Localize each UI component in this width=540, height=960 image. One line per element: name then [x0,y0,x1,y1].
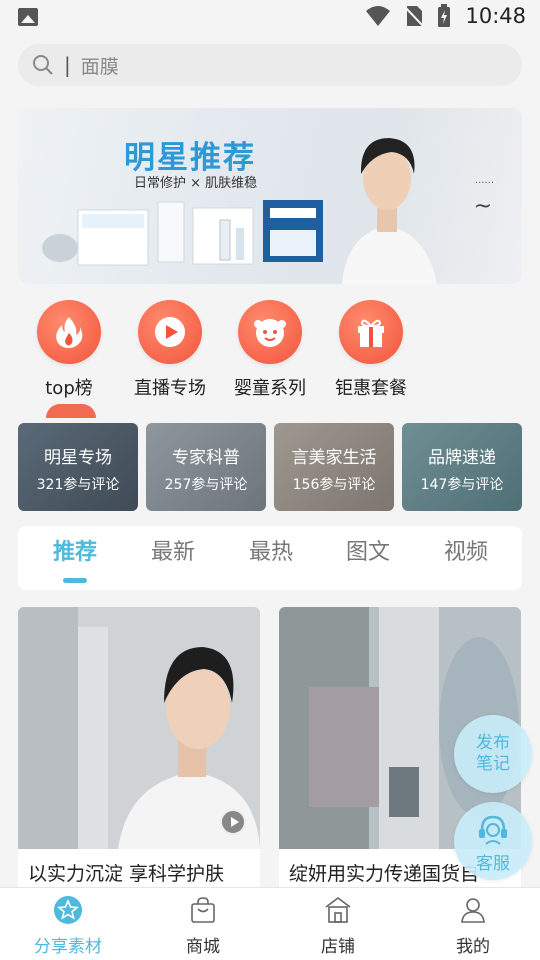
baby-icon [254,319,286,347]
nav-label: 分享素材 [34,937,102,957]
nav-label: 我的 [456,937,490,957]
battery-charging-icon [438,4,451,27]
flame-icon [56,317,83,348]
nav-label: 店铺 [321,937,355,957]
customer-service-label: 客服 [476,854,510,874]
publish-note-button[interactable]: 发布 笔记 [454,715,532,793]
bottom-navigation: 分享素材 商城 店铺 我的 [0,887,540,960]
topic-name: 明星专场 [44,448,112,468]
category-label: top榜 [45,378,93,399]
store-icon [325,897,351,923]
nav-label: 商城 [186,937,220,957]
topic-tile-celebrity[interactable]: 明星专场 321参与评论 [18,423,138,511]
banner-celebrity-image [342,138,437,284]
banner-signature: ~ [473,194,492,219]
topic-count: 156参与评论 [292,477,376,493]
tab-recommended[interactable]: 推荐 [35,534,115,566]
nav-mall[interactable]: 商城 [153,894,253,957]
bag-icon [191,897,215,923]
topic-count: 147参与评论 [420,477,504,493]
feed-card-image [18,607,260,849]
topic-count: 257参与评论 [164,477,248,493]
nav-store[interactable]: 店铺 [288,894,388,957]
nav-share-materials[interactable]: 分享素材 [18,894,118,957]
topic-name: 言美家生活 [291,448,377,468]
category-shortcuts: top榜 直播专场 婴童系列 钜惠套餐 [0,300,540,410]
topic-tile-lifestyle[interactable]: 言美家生活 156参与评论 [274,423,394,511]
category-live[interactable]: 直播专场 [120,300,220,400]
search-cursor: | [64,53,71,77]
gift-icon [358,319,384,347]
status-bar: 10:48 [0,0,540,36]
topic-tile-expert[interactable]: 专家科普 257参与评论 [146,423,266,511]
category-baby[interactable]: 婴童系列 [220,300,320,400]
user-icon [461,898,485,923]
category-top[interactable]: top榜 [19,300,119,400]
video-play-icon[interactable] [220,809,246,835]
search-icon [33,55,53,75]
feed-tabs: 推荐 最新 最热 图文 视频 [18,526,522,590]
promo-banner[interactable]: 明星推荐 日常修护 × 肌肤维稳 ······ ~ [18,108,522,284]
feed-card-title: 以实力沉淀 享科学护肤 [28,863,225,885]
category-bundle[interactable]: 钜惠套餐 [321,300,421,400]
category-label: 直播专场 [134,378,206,399]
category-label: 婴童系列 [234,378,306,399]
star-icon [54,896,82,924]
tab-latest[interactable]: 最新 [133,534,213,566]
banner-title: 明星推荐 [124,140,256,176]
active-tab-indicator [63,578,87,583]
topic-tile-brand[interactable]: 品牌速递 147参与评论 [402,423,522,511]
play-icon [155,317,185,347]
headset-icon [479,815,507,845]
banner-products-image [42,200,323,266]
publish-note-label-line1: 发布 [476,733,510,753]
wifi-icon [366,6,391,26]
feed-card[interactable]: 以实力沉淀 享科学护肤 [18,607,260,897]
banner-subtitle: 日常修护 × 肌肤维稳 [134,176,258,191]
tab-video[interactable]: 视频 [426,534,506,566]
nav-mine[interactable]: 我的 [423,894,523,957]
tab-image-text[interactable]: 图文 [328,534,408,566]
publish-note-label-line2: 笔记 [476,754,510,774]
banner-endorsement-caption: ······ [474,178,494,189]
category-label: 钜惠套餐 [335,378,407,399]
customer-service-button[interactable]: 客服 [454,802,532,880]
image-notification-icon [18,8,38,26]
topic-name: 品牌速递 [428,448,496,468]
topic-name: 专家科普 [172,448,240,468]
search-bar[interactable]: | 面膜 [18,44,522,86]
category-next-row-peek [46,404,96,418]
no-sim-icon [405,6,424,27]
search-placeholder: 面膜 [80,55,119,78]
clock: 10:48 [465,4,526,28]
topic-count: 321参与评论 [36,477,120,493]
tab-hottest[interactable]: 最热 [231,534,311,566]
topic-tiles: 明星专场 321参与评论 专家科普 257参与评论 言美家生活 156参与评论 … [18,423,522,511]
